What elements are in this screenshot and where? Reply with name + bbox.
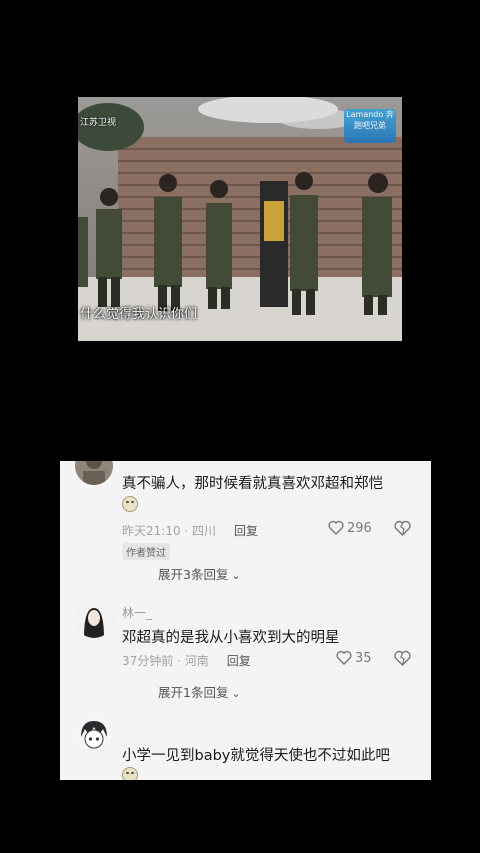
dislike-button[interactable] xyxy=(394,650,411,670)
comment-text: 真不骗人，那时候看就真喜欢邓超和郑恺 xyxy=(122,476,383,492)
expand-replies-label: 展开1条回复 xyxy=(158,685,229,700)
comment-text: 小学一见到baby就觉得天使也不过如此吧 xyxy=(122,748,390,764)
dislike-button[interactable] xyxy=(394,520,411,540)
comment-meta: 37分钟前 · 河南 回复 xyxy=(122,652,251,669)
expand-replies-button[interactable]: 展开1条回复 ⌄ xyxy=(158,682,241,701)
comment-text: 邓超真的是我从小喜欢到大的明星 xyxy=(122,630,340,646)
avatar-image xyxy=(75,461,113,485)
author-liked-badge: 作者赞过 xyxy=(122,543,170,560)
comment-time: 37分钟前 · 河南 xyxy=(122,654,209,668)
expand-replies-button[interactable]: 展开3条回复 ⌄ xyxy=(158,564,241,583)
like-button[interactable]: 296 xyxy=(328,520,372,536)
heart-icon xyxy=(336,650,352,665)
video-subtitle: 什么觉得我认识你们 xyxy=(80,307,198,322)
avatar[interactable] xyxy=(75,715,113,753)
avatar[interactable] xyxy=(75,600,113,638)
smile-emoji xyxy=(122,496,138,512)
like-button[interactable]: 35 xyxy=(336,650,372,666)
expand-replies-label: 展开3条回复 xyxy=(158,567,229,582)
channel-logo-left: 江苏卫视 xyxy=(80,118,117,128)
comment-list: 真不骗人，那时候看就真喜欢邓超和郑恺 昨天21:10 · 四川 回复 296 作者… xyxy=(60,461,431,780)
like-count: 296 xyxy=(347,521,372,536)
broken-heart-icon xyxy=(394,520,411,536)
comment-username[interactable]: 林一_ xyxy=(122,604,152,621)
video-player[interactable]: 江苏卫视 Lamando 奔跑吧兄弟 什么觉得我认识你们 xyxy=(78,97,402,341)
comment-meta: 昨天21:10 · 四川 回复 xyxy=(122,522,258,539)
heart-icon xyxy=(328,520,344,535)
chevron-down-icon: ⌄ xyxy=(231,687,241,700)
show-logo: Lamando 奔跑吧兄弟 xyxy=(344,109,396,143)
comment-time: 昨天21:10 · 四川 xyxy=(122,524,217,538)
reply-button[interactable]: 回复 xyxy=(234,524,258,538)
avatar[interactable] xyxy=(75,461,113,485)
avatar-image xyxy=(75,715,113,753)
broken-heart-icon xyxy=(394,650,411,666)
reply-button[interactable]: 回复 xyxy=(227,654,251,668)
smile-emoji xyxy=(122,767,138,780)
like-count: 35 xyxy=(355,651,372,666)
chevron-down-icon: ⌄ xyxy=(231,569,241,582)
avatar-image xyxy=(75,600,113,638)
